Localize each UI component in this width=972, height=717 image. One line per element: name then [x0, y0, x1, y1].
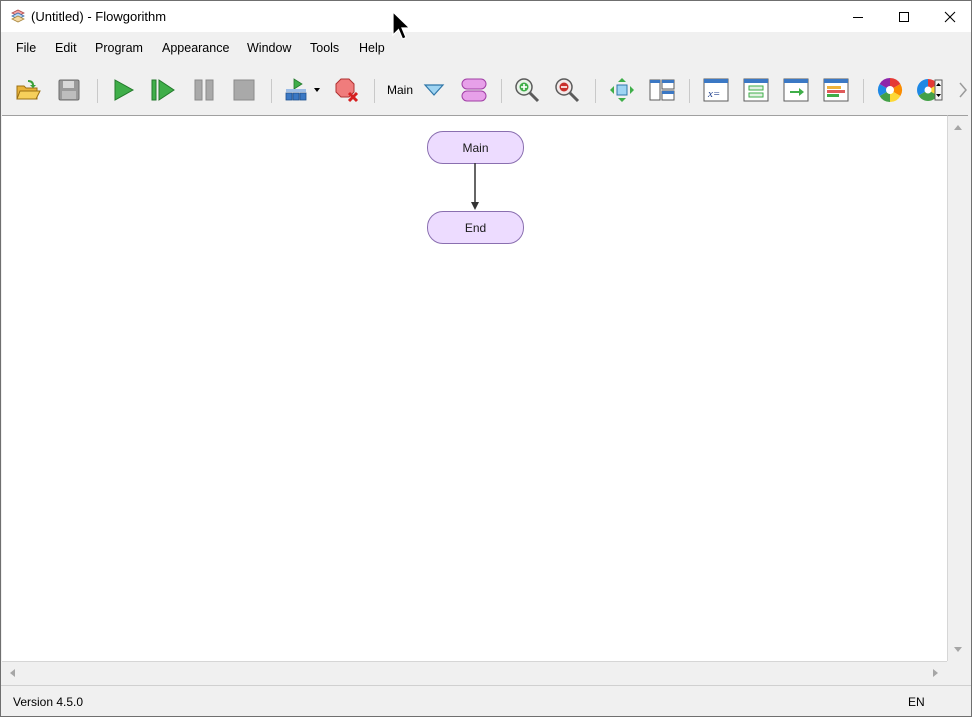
color-chooser-button[interactable] — [916, 76, 944, 104]
menu-help[interactable]: Help — [359, 41, 385, 55]
menu-edit[interactable]: Edit — [55, 41, 77, 55]
window-title: (Untitled) - Flowgorithm — [31, 9, 167, 24]
svg-text:x=: x= — [707, 88, 720, 100]
zoom-in-button[interactable] — [513, 76, 541, 104]
scroll-right-arrow[interactable] — [929, 666, 943, 680]
save-button[interactable] — [55, 76, 83, 104]
scroll-left-arrow[interactable] — [5, 666, 19, 680]
title-bar: (Untitled) - Flowgorithm — [1, 1, 971, 32]
speed-dropdown-button[interactable] — [283, 76, 323, 104]
minimize-button[interactable] — [835, 1, 881, 32]
mouse-pointer-icon — [392, 11, 411, 40]
toolbar-separator — [271, 79, 272, 103]
toolbar-separator — [863, 79, 864, 103]
menu-bar: File Edit Program Appearance Window Tool… — [1, 33, 971, 63]
language-indicator[interactable]: EN — [908, 695, 925, 709]
menu-window[interactable]: Window — [247, 41, 291, 55]
toolbar-separator — [97, 79, 98, 103]
functions-icon — [461, 78, 487, 102]
flow-connector-arrow[interactable] — [468, 163, 482, 212]
fit-to-window-button[interactable] — [608, 76, 636, 104]
breakpoint-clear-icon — [335, 78, 359, 103]
flowgorithm-app-icon — [10, 8, 26, 24]
menu-program[interactable]: Program — [95, 41, 143, 55]
function-dropdown-button[interactable] — [420, 76, 448, 104]
toolbar-separator — [689, 79, 690, 103]
step-icon — [151, 79, 175, 101]
pause-icon — [194, 79, 214, 101]
manage-functions-button[interactable] — [460, 76, 488, 104]
toolbar: Main x= — [1, 67, 971, 113]
run-speed-icon — [285, 78, 320, 101]
variable-watch-button[interactable]: x= — [702, 76, 730, 104]
color-scheme-button[interactable] — [876, 76, 904, 104]
open-folder-icon — [16, 80, 41, 100]
stop-button[interactable] — [230, 76, 258, 104]
scroll-up-arrow[interactable] — [951, 120, 965, 134]
menu-appearance[interactable]: Appearance — [162, 41, 229, 55]
close-button[interactable] — [927, 1, 971, 32]
toolbar-separator — [374, 79, 375, 103]
end-block[interactable]: End — [427, 211, 524, 244]
toolbar-overflow-button[interactable] — [956, 76, 970, 104]
layout-button[interactable] — [648, 76, 676, 104]
toolbar-separator — [595, 79, 596, 103]
menu-tools[interactable]: Tools — [310, 41, 339, 55]
version-label: Version 4.5.0 — [13, 695, 84, 709]
open-folder-button[interactable] — [14, 76, 42, 104]
chart-window-button[interactable] — [822, 76, 850, 104]
step-button[interactable] — [149, 76, 177, 104]
function-selector-label[interactable]: Main — [387, 83, 413, 97]
code-window-icon — [823, 78, 849, 102]
flowchart-canvas[interactable]: Main End — [2, 115, 947, 661]
scroll-down-arrow[interactable] — [951, 643, 965, 657]
color-settings-icon — [917, 79, 943, 101]
chevron-right-icon — [959, 82, 967, 98]
flowchart-window-icon — [743, 78, 769, 102]
scrollbar-corner — [947, 661, 968, 683]
layout-panels-icon — [649, 79, 675, 101]
status-bar: Version 4.5.0 EN — [1, 685, 971, 716]
triangle-down-icon — [423, 84, 445, 96]
zoom-out-icon — [555, 78, 580, 103]
play-icon — [114, 79, 135, 101]
vertical-scrollbar[interactable] — [947, 115, 968, 662]
console-window-button[interactable] — [782, 76, 810, 104]
variables-window-icon: x= — [703, 78, 729, 102]
app-window: (Untitled) - Flowgorithm File Edit Progr… — [0, 0, 972, 717]
zoom-out-button[interactable] — [553, 76, 581, 104]
move-arrows-icon — [610, 78, 634, 102]
clear-breakpoints-button[interactable] — [333, 76, 361, 104]
menu-file[interactable]: File — [16, 41, 36, 55]
end-block-label: End — [464, 220, 487, 235]
maximize-button[interactable] — [881, 1, 927, 32]
pause-button[interactable] — [190, 76, 218, 104]
main-start-block[interactable]: Main — [427, 131, 524, 164]
stop-icon — [233, 79, 255, 101]
save-disk-icon — [58, 79, 80, 101]
run-button[interactable] — [109, 76, 137, 104]
color-wheel-icon — [877, 78, 903, 102]
start-block-label: Main — [462, 140, 489, 155]
toolbar-separator — [501, 79, 502, 103]
zoom-in-icon — [515, 78, 540, 103]
source-code-window-button[interactable] — [742, 76, 770, 104]
horizontal-scrollbar[interactable] — [2, 661, 947, 684]
console-arrow-icon — [783, 78, 809, 102]
